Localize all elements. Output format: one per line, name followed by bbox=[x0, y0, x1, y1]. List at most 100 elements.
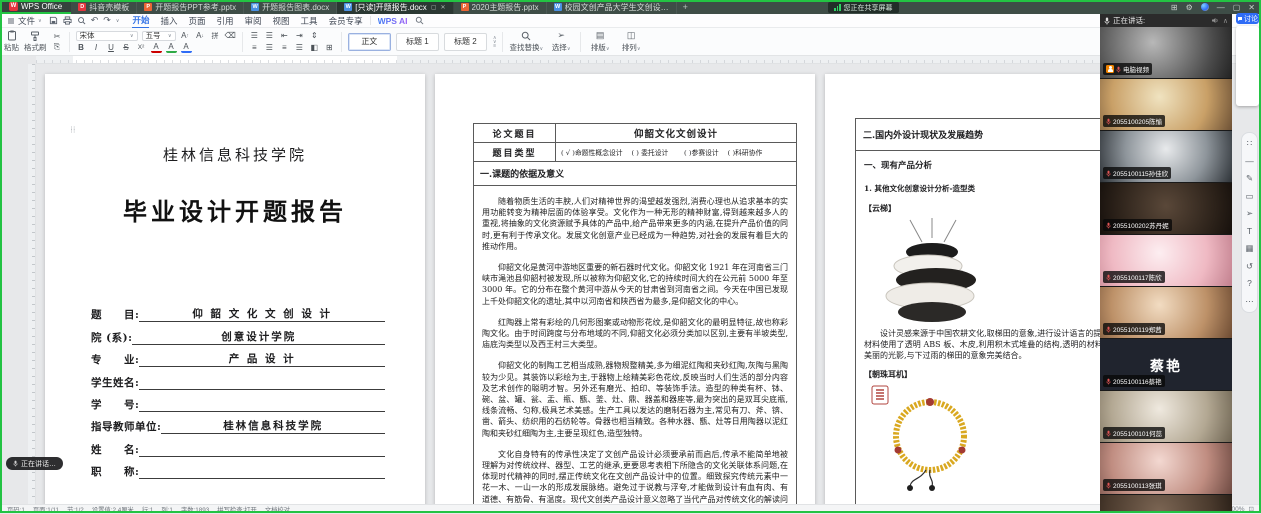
print-icon[interactable] bbox=[63, 16, 72, 25]
clear-format-icon[interactable]: ⌫ bbox=[225, 31, 236, 41]
document-tab[interactable]: D 抖音壳模板 bbox=[71, 0, 137, 14]
borders-icon[interactable]: ⊞ bbox=[324, 43, 335, 53]
ribbon-tab[interactable]: 会员专享 bbox=[329, 14, 363, 28]
participant-tile[interactable]: 2055100205陈愉 bbox=[1100, 79, 1232, 131]
annotation-tool-icon[interactable]: ▭ bbox=[1244, 192, 1255, 201]
participant-tile[interactable]: 2055100117陈欣 bbox=[1100, 235, 1232, 287]
settings-gear-icon[interactable]: ⚙ bbox=[1186, 3, 1193, 12]
participant-tile[interactable]: 2055100101何蕊 bbox=[1100, 391, 1232, 443]
annotation-tool-icon[interactable]: ▦ bbox=[1244, 244, 1255, 253]
ribbon-tab[interactable]: 审阅 bbox=[245, 14, 262, 28]
save-icon[interactable] bbox=[49, 16, 58, 25]
highlight-button[interactable]: A bbox=[166, 43, 177, 53]
participant-tile[interactable]: 2055100119郑茜 bbox=[1100, 287, 1232, 339]
format-painter-label[interactable]: 格式刷 bbox=[24, 42, 47, 53]
close-button[interactable]: ✕ bbox=[1248, 3, 1255, 12]
char-border-button[interactable]: A bbox=[181, 43, 192, 53]
ribbon-tab[interactable]: 页面 bbox=[188, 14, 205, 28]
justify-icon[interactable]: ☰ bbox=[294, 43, 305, 53]
wps-ai-button[interactable]: WPS AI bbox=[378, 16, 408, 26]
participant-tile[interactable]: 2055100202苏丹妮 bbox=[1100, 183, 1232, 235]
participant-tile[interactable]: 电脑视频 bbox=[1100, 27, 1232, 79]
font-size-select[interactable]: 五号 ∨ bbox=[142, 31, 176, 41]
speaking-indicator-pill[interactable]: 正在讲话… bbox=[6, 457, 63, 470]
style-chip[interactable]: 标题 2 bbox=[444, 33, 487, 51]
annotation-tool-icon[interactable]: ↺ bbox=[1244, 262, 1255, 271]
shrink-font-icon[interactable]: A↓ bbox=[195, 31, 206, 41]
styles-scroll-buttons[interactable]: ∧ ∨ ≡ bbox=[493, 36, 497, 48]
style-chip[interactable]: 标题 1 bbox=[396, 33, 439, 51]
vertical-ruler[interactable] bbox=[28, 64, 36, 504]
participant-tile[interactable]: 蔡艳 2055100116蔡艳 bbox=[1100, 339, 1232, 391]
font-color-button[interactable]: A bbox=[151, 43, 162, 53]
layout-grid-icon[interactable]: ⊞ bbox=[1171, 3, 1178, 12]
bullet-list-icon[interactable]: ☰ bbox=[249, 31, 260, 41]
underline-button[interactable]: U bbox=[106, 43, 117, 53]
annotation-tool-icon[interactable]: — bbox=[1244, 157, 1255, 166]
copy-icon[interactable]: ⎘ bbox=[52, 42, 63, 52]
annotation-tool-icon[interactable]: ➢ bbox=[1244, 209, 1255, 218]
speaker-icon[interactable] bbox=[1211, 17, 1219, 24]
typeset-button[interactable]: ▤ 排版∨ bbox=[587, 31, 613, 53]
document-page-1[interactable]: ∷∷ 桂林信息科技学院 毕业设计开题报告 题 目: 仰 韶 文 化 文 创 设 … bbox=[45, 74, 425, 504]
document-tab[interactable]: W 校园文创产品大学生文创设计(山... bbox=[547, 0, 677, 14]
bold-button[interactable]: B bbox=[76, 43, 87, 53]
redo-icon[interactable]: ↷ bbox=[103, 15, 111, 26]
align-center-icon[interactable]: ☰ bbox=[264, 43, 275, 53]
align-right-icon[interactable]: ≡ bbox=[279, 43, 290, 53]
indent-icon[interactable]: ⇥ bbox=[294, 31, 305, 41]
find-replace-button[interactable]: 查找替换∨ bbox=[509, 31, 543, 53]
cut-icon[interactable]: ✂ bbox=[52, 31, 63, 41]
annotation-tool-icon[interactable]: T bbox=[1244, 227, 1255, 236]
wps-home-tab[interactable]: W WPS Office bbox=[0, 0, 71, 14]
style-chip[interactable]: 正文 bbox=[348, 33, 391, 51]
paste-icon[interactable] bbox=[7, 30, 17, 41]
participant-tile[interactable] bbox=[1100, 495, 1232, 513]
tab-restore-icon[interactable]: ▢ bbox=[431, 4, 437, 11]
horizontal-ruler[interactable] bbox=[36, 56, 1253, 64]
annotation-tool-icon[interactable]: ? bbox=[1244, 279, 1255, 288]
line-spacing-icon[interactable]: ⇕ bbox=[309, 31, 320, 41]
fullscreen-icon[interactable]: ⊡ bbox=[1249, 505, 1254, 513]
shading-icon[interactable]: ◧ bbox=[309, 43, 320, 53]
ribbon-tab[interactable]: 工具 bbox=[301, 14, 318, 28]
arrange-button[interactable]: ◫ 排列∨ bbox=[618, 31, 644, 53]
discuss-button[interactable]: 讨论 bbox=[1236, 13, 1259, 24]
font-family-select[interactable]: 宋体 ∨ bbox=[76, 31, 138, 41]
select-button[interactable]: ➢ 选择∨ bbox=[548, 31, 574, 53]
document-canvas[interactable]: ∷∷ 桂林信息科技学院 毕业设计开题报告 题 目: 仰 韶 文 化 文 创 设 … bbox=[0, 64, 1261, 504]
print-preview-icon[interactable] bbox=[77, 16, 86, 25]
annotation-tool-icon[interactable]: ∷ bbox=[1244, 139, 1255, 148]
ribbon-tab[interactable]: 开始 bbox=[132, 13, 149, 29]
pinyin-guide-icon[interactable]: 拼 bbox=[210, 31, 221, 41]
format-painter-icon[interactable] bbox=[30, 31, 40, 41]
collapsed-preview-card[interactable] bbox=[1236, 26, 1259, 106]
drag-handle-icon[interactable]: ∷∷ bbox=[71, 127, 77, 135]
new-tab-button[interactable]: + bbox=[677, 0, 694, 14]
account-avatar[interactable] bbox=[1201, 3, 1209, 11]
ribbon-tab[interactable]: 视图 bbox=[273, 14, 290, 28]
participant-tile[interactable]: 2055100113张琪 bbox=[1100, 443, 1232, 495]
annotation-tool-icon[interactable]: ⋯ bbox=[1244, 297, 1255, 306]
ribbon-tab[interactable]: 引用 bbox=[217, 14, 234, 28]
search-icon[interactable] bbox=[415, 16, 424, 25]
superscript-button[interactable]: X² bbox=[136, 43, 147, 53]
undo-icon[interactable]: ↶ bbox=[91, 15, 99, 26]
participant-tile[interactable]: 2055100115孙佳欣 bbox=[1100, 131, 1232, 183]
maximize-button[interactable]: ▢ bbox=[1233, 3, 1241, 12]
outdent-icon[interactable]: ⇤ bbox=[279, 31, 290, 41]
italic-button[interactable]: I bbox=[91, 43, 102, 53]
strikethrough-button[interactable]: S bbox=[121, 43, 132, 53]
document-tab[interactable]: P 2020主题报告.pptx bbox=[454, 0, 547, 14]
paste-label[interactable]: 粘贴 bbox=[4, 42, 19, 53]
numbered-list-icon[interactable]: ☰ bbox=[264, 31, 275, 41]
minimize-button[interactable]: — bbox=[1217, 3, 1225, 12]
align-left-icon[interactable]: ≡ bbox=[249, 43, 260, 53]
file-menu[interactable]: 文件 ∨ bbox=[7, 15, 42, 27]
chevron-down-icon[interactable]: ∨ bbox=[116, 18, 120, 24]
document-page-2[interactable]: 论文题目 仰韶文化文创设计 题目类型 ( √ )命题性概念设计 ( ) 委托设计… bbox=[435, 74, 815, 504]
annotation-tool-icon[interactable]: ✎ bbox=[1244, 174, 1255, 183]
collapse-panel-icon[interactable]: ∧ bbox=[1223, 17, 1228, 25]
tab-close-icon[interactable]: ✕ bbox=[440, 4, 445, 11]
ribbon-tab[interactable]: 插入 bbox=[160, 14, 177, 28]
